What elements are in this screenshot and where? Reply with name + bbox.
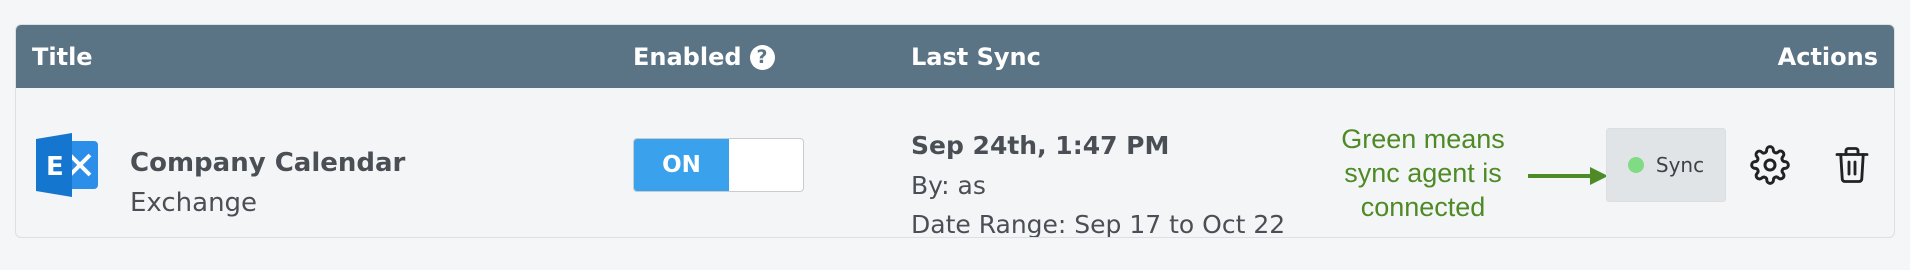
gear-icon[interactable]	[1750, 145, 1790, 185]
last-sync-date-range: Date Range: Sep 17 to Oct 22	[911, 210, 1286, 238]
column-header-enabled: Enabled ?	[633, 42, 775, 72]
calendar-title: Company Calendar	[130, 148, 406, 178]
table-row: E Company Calendar Exchange ON Sep 24th,…	[16, 88, 1894, 238]
column-header-actions: Actions	[1777, 43, 1878, 71]
last-sync-by: By: as	[911, 171, 986, 200]
svg-text:E: E	[46, 152, 64, 182]
enabled-toggle[interactable]: ON	[633, 138, 804, 192]
annotation-line: connected	[1360, 192, 1486, 222]
toggle-on-label: ON	[634, 139, 729, 191]
last-sync-date: Sep 24th, 1:47 PM	[911, 131, 1170, 160]
table-header: Title Enabled ? Last Sync Actions	[16, 25, 1894, 88]
status-dot	[1627, 157, 1644, 173]
trash-icon[interactable]	[1834, 145, 1870, 185]
column-header-enabled-label: Enabled	[633, 43, 742, 71]
sync-button-label: Sync	[1655, 153, 1705, 177]
calendar-type: Exchange	[130, 188, 258, 218]
sync-table: Title Enabled ? Last Sync Actions E Comp…	[15, 24, 1895, 238]
exchange-icon: E	[36, 133, 98, 197]
annotation-line: Green means	[1341, 124, 1505, 154]
sync-button[interactable]: Sync	[1606, 128, 1726, 202]
column-header-last-sync: Last Sync	[911, 43, 1041, 71]
help-icon[interactable]: ?	[749, 44, 775, 70]
column-header-title: Title	[32, 43, 93, 71]
annotation-text: Green means sync agent is connected	[1318, 122, 1528, 224]
annotation-line: sync agent is	[1344, 158, 1502, 188]
annotation-arrow	[1528, 167, 1608, 185]
